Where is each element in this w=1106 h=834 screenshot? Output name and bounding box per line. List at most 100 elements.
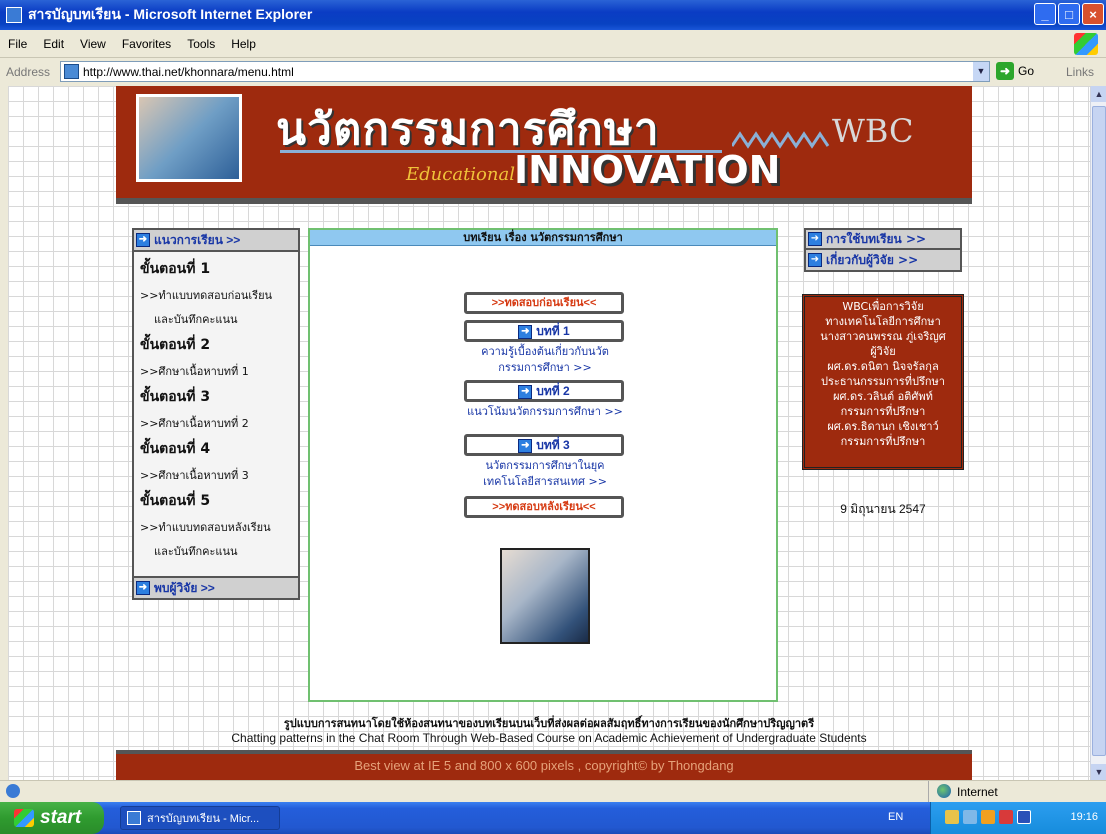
window-title: สารบัญบทเรียน - Microsoft Internet Explo…: [28, 6, 313, 22]
pretest-button[interactable]: >>ทดสอบก่อนเรียน<<: [464, 292, 624, 314]
window-titlebar: สารบัญบทเรียน - Microsoft Internet Explo…: [0, 0, 1106, 30]
go-arrow-icon: ➜: [996, 62, 1014, 80]
step-title: ขั้นตอนที่ 3: [140, 389, 211, 405]
arrow-icon: ➜: [136, 581, 150, 595]
window-controls: _ □ ×: [1034, 3, 1104, 25]
start-label: start: [40, 807, 82, 828]
arrow-icon: ➜: [808, 253, 822, 267]
scroll-down-icon[interactable]: ▼: [1091, 764, 1106, 780]
go-button[interactable]: ➜ Go: [996, 62, 1034, 80]
status-bar: Internet: [0, 780, 1106, 803]
step-link[interactable]: และบันทึกคะแนน: [154, 310, 298, 328]
volume-icon[interactable]: [963, 810, 977, 824]
address-bar: Address http://www.thai.net/khonnara/men…: [0, 58, 1106, 86]
copyright-bar: Best view at IE 5 and 800 x 600 pixels ,…: [116, 750, 972, 780]
footer-thai-title: รูปแบบการสนทนาโดยใช้ห้องสนทนาของบทเรียนบ…: [283, 717, 815, 730]
lesson-1-description[interactable]: ความรู้เบื้องต้นเกี่ยวกับนวัต กรรมการศึก…: [430, 344, 660, 376]
right-navigation: ➜ การใช้บทเรียน >> ➜ เกี่ยวกับผู้วิจัย >…: [804, 228, 962, 272]
posttest-button[interactable]: >>ทดสอบหลังเรียน<<: [464, 496, 624, 518]
nav-meet-researcher-link[interactable]: ➜ พบผู้วิจัย >>: [134, 576, 298, 598]
scroll-thumb[interactable]: [1092, 106, 1106, 756]
start-button[interactable]: start: [0, 802, 104, 834]
date-text: 9 มิถุนายน 2547: [840, 502, 926, 516]
step-title: ขั้นตอนที่ 5: [140, 493, 211, 509]
footer-english-title: Chatting patterns in the Chat Room Throu…: [231, 731, 867, 745]
scroll-up-icon[interactable]: ▲: [1091, 86, 1106, 102]
menu-tools[interactable]: Tools: [179, 37, 223, 51]
close-button[interactable]: ×: [1082, 3, 1104, 25]
info-line: ผศ.ดร.ธิดานก เชิงเชาว์: [827, 420, 939, 433]
lesson-3-desc-line: เทคโนโลยีสารสนเทศ >>: [483, 475, 607, 488]
menu-help[interactable]: Help: [223, 37, 264, 51]
step-link[interactable]: และบันทึกคะแนน: [154, 542, 298, 560]
windows-logo-icon: [1074, 33, 1098, 55]
step-1: ขั้นตอนที่ 1 >>ทำแบบทดสอบก่อนเรียน และบั…: [134, 258, 298, 328]
security-zone: Internet: [928, 781, 1106, 803]
step-5: ขั้นตอนที่ 5 >>ทำแบบทดสอบหลังเรียน และบั…: [134, 490, 298, 560]
lesson-1-desc-line: ความรู้เบื้องต้นเกี่ยวกับนวัต: [481, 345, 609, 358]
maximize-button[interactable]: □: [1058, 3, 1080, 25]
menu-favorites[interactable]: Favorites: [114, 37, 179, 51]
ie-status-icon: [6, 784, 20, 798]
info-line: ผู้วิจัย: [870, 345, 896, 358]
banner: นวัตกรรมการศึกษา Educational INNOVATION …: [116, 86, 972, 204]
step-link[interactable]: >>ทำแบบทดสอบหลังเรียน: [140, 518, 298, 536]
menu-file[interactable]: File: [0, 37, 35, 51]
step-2: ขั้นตอนที่ 2 >>ศึกษาเนื้อหาบทที่ 1: [134, 334, 298, 380]
lesson-1-button[interactable]: ➜ บทที่ 1: [464, 320, 624, 342]
menu-bar: File Edit View Favorites Tools Help: [0, 30, 1106, 58]
left-navigation: ➜ แนวการเรียน >> ขั้นตอนที่ 1 >>ทำแบบทดส…: [132, 228, 300, 600]
menu-edit[interactable]: Edit: [35, 37, 72, 51]
messenger-icon[interactable]: [1017, 810, 1031, 824]
step-link[interactable]: >>ศึกษาเนื้อหาบทที่ 2: [140, 414, 298, 432]
ie-icon: [127, 811, 141, 825]
tray-icons: [945, 810, 1031, 824]
language-indicator[interactable]: EN: [888, 811, 903, 823]
taskbar-item-ie[interactable]: สารบัญบทเรียน - Micr...: [120, 806, 280, 830]
banner-educational: Educational: [406, 164, 515, 185]
links-button[interactable]: Links: [1066, 65, 1094, 79]
step-link[interactable]: >>ศึกษาเนื้อหาบทที่ 1: [140, 362, 298, 380]
network-icon[interactable]: [945, 810, 959, 824]
lesson-3-description[interactable]: นวัตกรรมการศึกษาในยุค เทคโนโลยีสารสนเทศ …: [430, 458, 660, 490]
address-dropdown-icon[interactable]: ▼: [973, 62, 989, 81]
lesson-1-desc-line: กรรมการศึกษา >>: [498, 361, 592, 374]
lesson-3-label: บทที่ 3: [536, 438, 570, 452]
nav-meet-researcher-label: พบผู้วิจัย >>: [154, 580, 215, 595]
minimize-button[interactable]: _: [1034, 3, 1056, 25]
step-link[interactable]: >>ทำแบบทดสอบก่อนเรียน: [140, 286, 298, 304]
lesson-2-label: บทที่ 2: [536, 384, 570, 398]
step-4: ขั้นตอนที่ 4 >>ศึกษาเนื้อหาบทที่ 3: [134, 438, 298, 484]
arrow-icon: ➜: [518, 438, 533, 453]
go-label: Go: [1018, 64, 1035, 78]
info-line: นางสาวคนพรรณ ภู่เจริญศ: [820, 330, 946, 343]
address-input[interactable]: http://www.thai.net/khonnara/menu.html ▼: [60, 61, 990, 82]
address-url: http://www.thai.net/khonnara/menu.html: [83, 64, 294, 79]
info-line: ผศ.ดร.วลินต์ อติศัพท์: [833, 390, 933, 403]
left-frame: [0, 86, 8, 780]
windows-logo-icon: [14, 809, 34, 827]
taskbar-item-label: สารบัญบทเรียน - Micr...: [147, 813, 260, 825]
arrow-icon: ➜: [136, 233, 150, 247]
info-line: กรรมการที่ปรึกษา: [840, 405, 926, 418]
lesson-panel-title: บทเรียน เรื่อง นวัตกรรมการศึกษา: [310, 230, 776, 246]
globe-icon: [937, 784, 951, 798]
lesson-3-button[interactable]: ➜ บทที่ 3: [464, 434, 624, 456]
lesson-2-button[interactable]: ➜ บทที่ 2: [464, 380, 624, 402]
vertical-scrollbar[interactable]: ▲ ▼: [1090, 86, 1106, 780]
banner-wave-icon: [732, 131, 830, 149]
usage-link[interactable]: ➜ การใช้บทเรียน >>: [806, 230, 960, 250]
security-icon[interactable]: [981, 810, 995, 824]
banner-innovation: INNOVATION: [514, 148, 781, 192]
about-researcher-label: เกี่ยวกับผู้วิจัย >>: [826, 252, 919, 267]
step-link[interactable]: >>ศึกษาเนื้อหาบทที่ 3: [140, 466, 298, 484]
nav-guide-link[interactable]: ➜ แนวการเรียน >>: [134, 230, 298, 252]
step-3: ขั้นตอนที่ 3 >>ศึกษาเนื้อหาบทที่ 2: [134, 386, 298, 432]
arrow-icon: ➜: [518, 384, 533, 399]
info-line: ประธานกรรมการที่ปรึกษา: [821, 375, 945, 388]
lesson-2-description[interactable]: แนวโน้มนวัตกรรมการศึกษา >>: [430, 404, 660, 420]
step-title: ขั้นตอนที่ 1: [140, 261, 211, 277]
menu-view[interactable]: View: [72, 37, 114, 51]
antivirus-icon[interactable]: [999, 810, 1013, 824]
about-researcher-link[interactable]: ➜ เกี่ยวกับผู้วิจัย >>: [806, 250, 960, 270]
